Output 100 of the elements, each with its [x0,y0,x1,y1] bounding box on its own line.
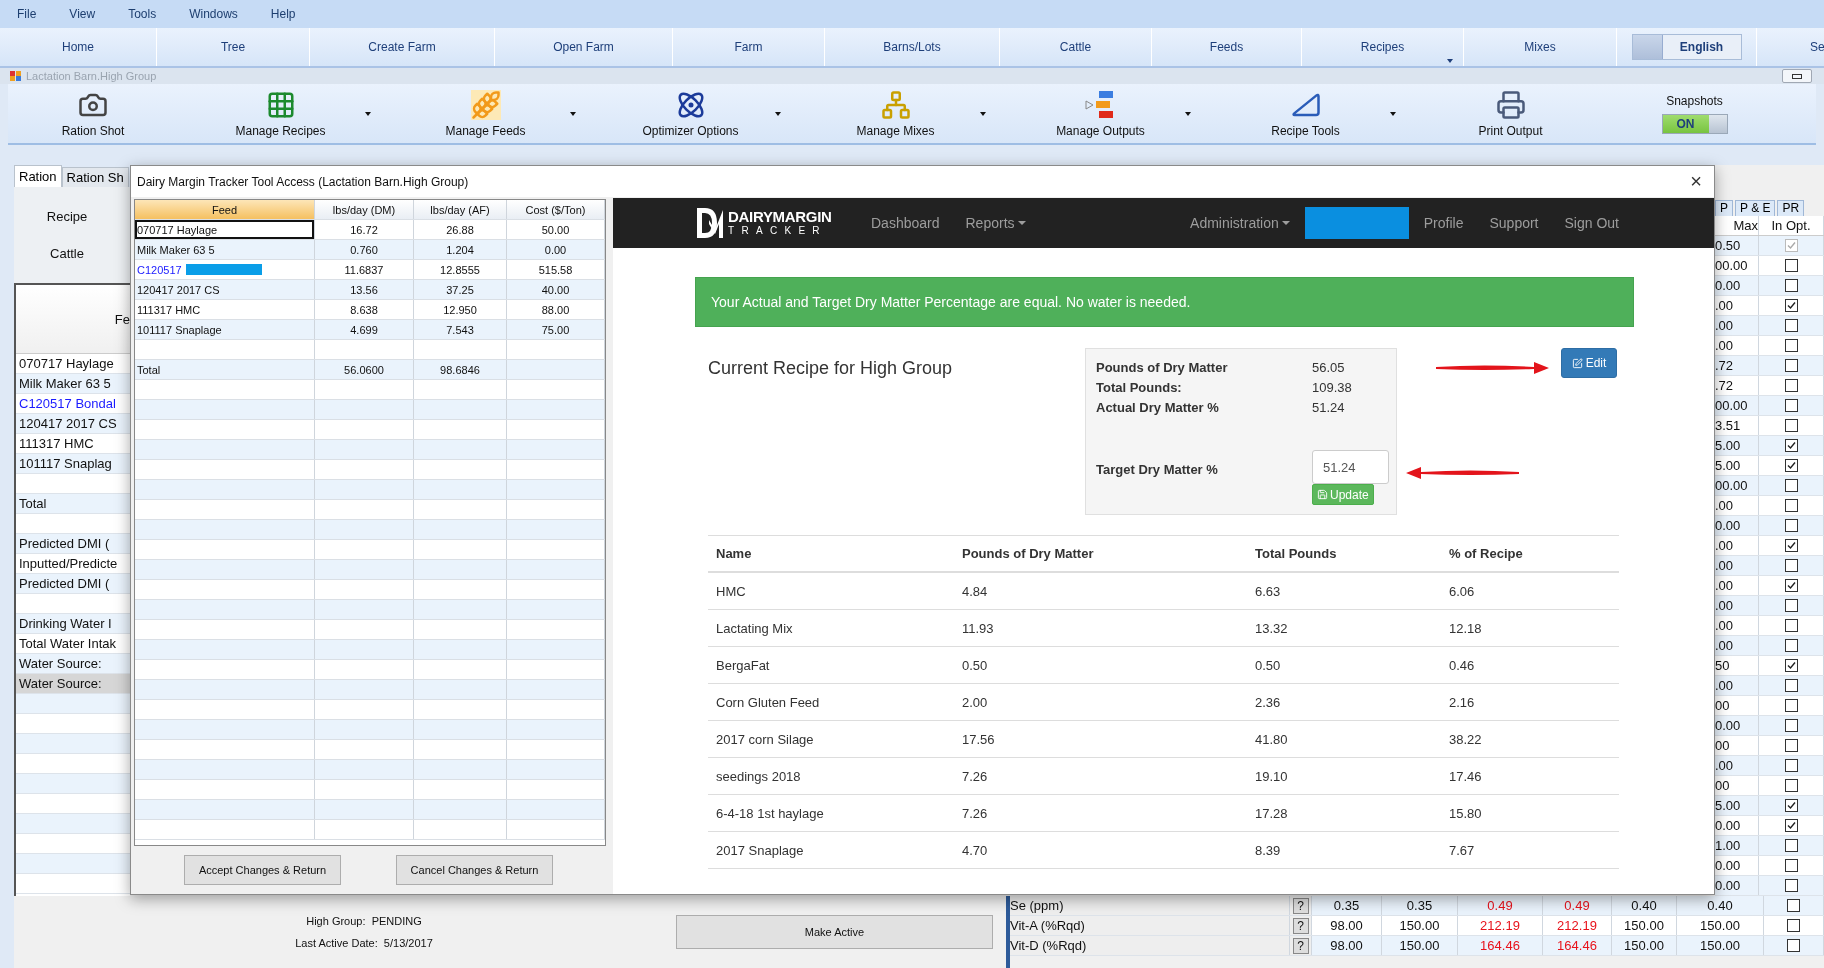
checkbox[interactable] [1784,639,1798,652]
menu-item[interactable]: Tools [119,7,181,21]
tab[interactable]: P [1715,200,1733,216]
checkbox[interactable] [1784,679,1798,692]
checkbox[interactable] [1784,499,1798,512]
table-cell[interactable]: 101117 Snaplage [135,320,315,339]
make-active-button[interactable]: Make Active [676,915,993,949]
nav-tab[interactable]: Recipes [1302,28,1464,66]
nav-tab[interactable]: Create Farm [310,28,495,66]
nav-link[interactable]: Reports [952,215,1039,231]
nav-link[interactable]: Administration [1177,215,1303,231]
dialog-button[interactable]: Cancel Changes & Return [396,855,553,885]
table-row[interactable]: Total [16,494,130,514]
table-row[interactable]: 101117 Snaplag [16,454,130,474]
nav-tab[interactable]: Farm [673,28,825,66]
table-row[interactable]: Water Source: [16,674,130,694]
nav-tab[interactable]: Mixes [1464,28,1617,66]
ribbon-button[interactable]: Print Output [1408,84,1613,143]
checkbox[interactable] [1784,799,1798,812]
edit-button[interactable]: Edit [1561,348,1617,378]
checkbox[interactable] [1784,659,1798,672]
ribbon-button[interactable]: Optimizer Options [588,84,793,143]
table-cell[interactable]: C120517 [135,260,315,279]
checkbox[interactable] [1784,699,1798,712]
checkbox[interactable] [1784,439,1798,452]
tab[interactable]: Ration [14,165,62,187]
table-cell[interactable]: 120417 2017 CS [135,280,315,299]
close-button[interactable]: × [1686,170,1706,193]
nav-tab[interactable]: Open Farm [495,28,673,66]
checkbox[interactable] [1784,259,1798,272]
checkbox[interactable] [1784,819,1798,832]
checkbox[interactable] [1784,539,1798,552]
checkbox[interactable] [1784,459,1798,472]
checkbox[interactable] [1784,579,1798,592]
checkbox[interactable] [1787,899,1800,912]
help-button[interactable]: ? [1292,917,1309,934]
checkbox[interactable] [1784,479,1798,492]
checkbox[interactable] [1784,359,1798,372]
table-row[interactable]: Milk Maker 63 5 [16,374,130,394]
table-cell[interactable]: Milk Maker 63 5 [135,240,315,259]
ribbon-button[interactable]: Ration Shot [8,84,178,143]
ribbon-button[interactable]: Manage Feeds [383,84,588,143]
menu-item[interactable]: View [60,7,120,21]
menu-item[interactable]: Windows [180,7,262,21]
nav-tab[interactable]: Barns/Lots [825,28,1000,66]
checkbox[interactable] [1784,399,1798,412]
table-row[interactable]: Drinking Water I [16,614,130,634]
checkbox[interactable] [1784,519,1798,532]
tab[interactable]: Ration Sh [61,167,129,187]
nav-tab[interactable]: Feeds [1152,28,1302,66]
checkbox[interactable] [1784,759,1798,772]
menu-item[interactable]: File [8,7,61,21]
ribbon-button[interactable]: Manage Outputs [998,84,1203,143]
table-cell[interactable]: 111317 HMC [135,300,315,319]
side-button[interactable]: Cattle [50,246,84,261]
checkbox[interactable] [1784,339,1798,352]
ribbon-button[interactable]: Manage Recipes [178,84,383,143]
minimize-button[interactable] [1782,69,1812,83]
ribbon-button[interactable]: Manage Mixes [793,84,998,143]
nav-tab[interactable]: Home [0,28,157,66]
table-cell[interactable]: 070717 Haylage [135,220,315,239]
side-button[interactable]: Recipe [46,209,88,224]
checkbox[interactable] [1784,839,1798,852]
nav-link[interactable]: Sign Out [1551,215,1632,231]
checkbox[interactable] [1787,939,1800,952]
language-toggle[interactable]: English [1631,34,1742,60]
checkbox[interactable] [1784,879,1798,892]
table-cell[interactable]: Total [135,360,315,379]
checkbox[interactable] [1784,279,1798,292]
nav-tab[interactable]: Se [1810,40,1824,54]
checkbox[interactable] [1784,619,1798,632]
table-row[interactable]: Water Source: [16,654,130,674]
caret-icon[interactable] [1447,59,1453,63]
checkbox[interactable] [1784,319,1798,332]
checkbox[interactable] [1787,919,1800,932]
checkbox[interactable] [1784,419,1798,432]
checkbox[interactable] [1784,739,1798,752]
dialog-button[interactable]: Accept Changes & Return [184,855,341,885]
table-row[interactable]: Predicted DMI ( [16,574,130,594]
table-row[interactable]: 120417 2017 CS [16,414,130,434]
checkbox[interactable] [1784,599,1798,612]
checkbox[interactable] [1784,299,1798,312]
nav-link[interactable]: Dashboard [858,215,953,231]
help-button[interactable]: ? [1292,897,1309,914]
nav-link[interactable]: Support [1476,215,1552,231]
target-input[interactable]: 51.24 [1312,450,1389,484]
nav-tab[interactable]: Tree [157,28,310,66]
tab[interactable]: PR [1777,200,1805,216]
checkbox[interactable] [1784,719,1798,732]
nav-tab[interactable]: Cattle [1000,28,1152,66]
nav-link[interactable]: Profile [1410,215,1477,231]
checkbox[interactable] [1784,379,1798,392]
help-button[interactable]: ? [1292,937,1309,954]
checkbox[interactable] [1784,859,1798,872]
checkbox[interactable] [1784,559,1798,572]
snapshots-toggle[interactable]: ON [1661,113,1728,134]
table-row[interactable]: Predicted DMI ( [16,534,130,554]
checkbox[interactable] [1784,779,1798,792]
ribbon-button[interactable]: Recipe Tools [1203,84,1408,143]
tab[interactable]: P & E [1735,200,1776,216]
